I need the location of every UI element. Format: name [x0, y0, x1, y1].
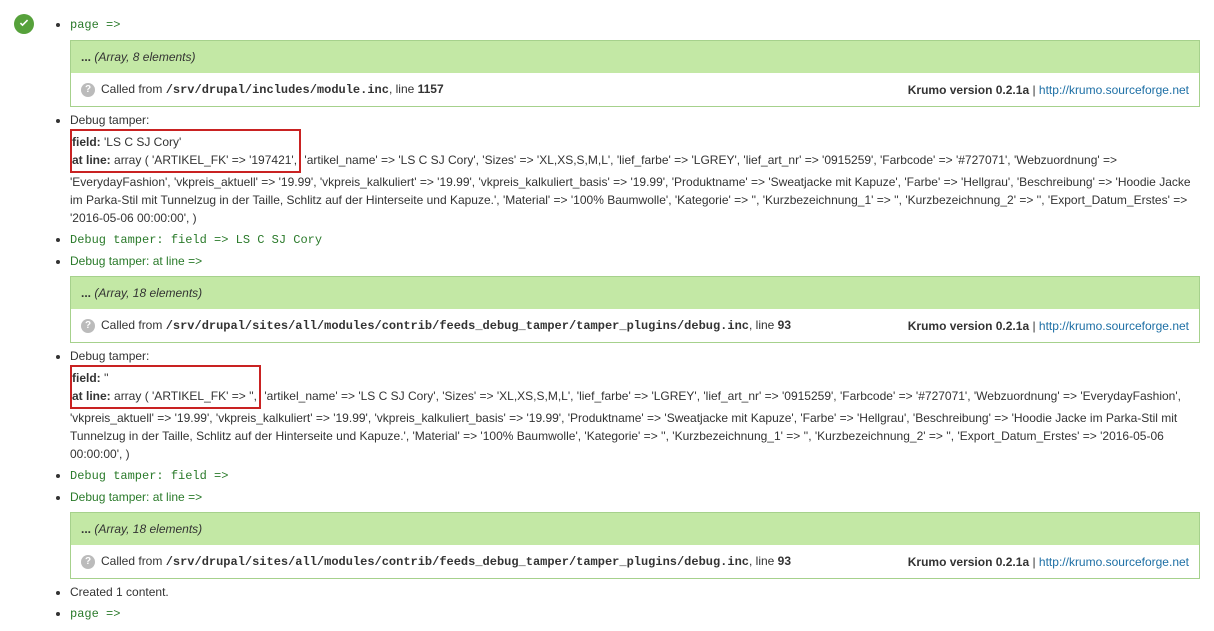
debug-atline-item: Debug tamper: at line => ... (Array, 18 …: [70, 252, 1200, 343]
at-line-label: at line:: [72, 389, 111, 403]
success-icon: [14, 14, 34, 34]
debug-field-line: Debug tamper: field =>: [70, 466, 1200, 485]
krumo-expand-row[interactable]: ... (Array, 18 elements): [71, 513, 1199, 545]
highlight-box: field: '' at line: array ( 'ARTIKEL_FK' …: [70, 365, 261, 409]
line-pre: , line: [749, 554, 778, 568]
krumo-array-info: (Array, 18 elements): [94, 286, 202, 300]
called-from-label: Called from: [101, 554, 166, 568]
krumo-array-info: (Array, 8 elements): [94, 50, 195, 64]
debug-atline-text: Debug tamper: at line =>: [70, 254, 202, 268]
krumo-version: Krumo version 0.2.1a: [908, 83, 1029, 97]
debug-tamper-label: Debug tamper:: [70, 113, 149, 127]
krumo-footer: ? Called from /srv/drupal/sites/all/modu…: [71, 545, 1199, 578]
at-line-label: at line:: [72, 153, 111, 167]
line-pre: , line: [749, 318, 778, 332]
created-content: Created 1 content.: [70, 583, 1200, 601]
line-number: 93: [778, 318, 791, 332]
help-icon: ?: [81, 555, 95, 569]
page-item: page =>: [70, 604, 1200, 623]
debug-field-text: Debug tamper: field => LS C SJ Cory: [70, 233, 322, 247]
called-from-label: Called from: [101, 82, 166, 96]
debug-atline-item: Debug tamper: at line => ... (Array, 18 …: [70, 488, 1200, 579]
at-line-start: array ( 'ARTIKEL_FK' => '',: [114, 389, 257, 403]
called-from-path: /srv/drupal/includes/module.inc: [166, 83, 389, 97]
line-number: 93: [778, 554, 791, 568]
debug-tamper-label: Debug tamper:: [70, 349, 149, 363]
called-from-path: /srv/drupal/sites/all/modules/contrib/fe…: [166, 555, 749, 569]
krumo-footer: ? Called from /srv/drupal/sites/all/modu…: [71, 309, 1199, 342]
line-number: 1157: [418, 82, 444, 96]
at-line-start: array ( 'ARTIKEL_FK' => '197421',: [114, 153, 297, 167]
krumo-box: ... (Array, 8 elements) ? Called from /s…: [70, 40, 1200, 107]
created-text: Created 1 content.: [70, 585, 169, 599]
krumo-ellipsis: ...: [81, 286, 91, 300]
debug-field-text: Debug tamper: field =>: [70, 469, 228, 483]
page-label: page =>: [70, 18, 120, 32]
page-label: page =>: [70, 607, 120, 621]
debug-tamper-block: Debug tamper: field: '' at line: array (…: [70, 347, 1200, 463]
krumo-array-info: (Array, 18 elements): [94, 522, 202, 536]
called-from-label: Called from: [101, 318, 166, 332]
krumo-ellipsis: ...: [81, 50, 91, 64]
krumo-expand-row[interactable]: ... (Array, 18 elements): [71, 277, 1199, 309]
krumo-box: ... (Array, 18 elements) ? Called from /…: [70, 276, 1200, 343]
krumo-link[interactable]: http://krumo.sourceforge.net: [1039, 555, 1189, 569]
krumo-footer: ? Called from /srv/drupal/includes/modul…: [71, 73, 1199, 106]
debug-atline-text: Debug tamper: at line =>: [70, 490, 202, 504]
krumo-version: Krumo version 0.2.1a: [908, 319, 1029, 333]
krumo-link[interactable]: http://krumo.sourceforge.net: [1039, 319, 1189, 333]
debug-tamper-block: Debug tamper: field: 'LS C SJ Cory' at l…: [70, 111, 1200, 227]
field-label: field:: [72, 371, 101, 385]
help-icon: ?: [81, 83, 95, 97]
krumo-link[interactable]: http://krumo.sourceforge.net: [1039, 83, 1189, 97]
status-message-list: page => ... (Array, 8 elements) ? Called…: [52, 15, 1200, 623]
line-pre: , line: [389, 82, 418, 96]
highlight-box: field: 'LS C SJ Cory' at line: array ( '…: [70, 129, 301, 173]
debug-field-line: Debug tamper: field => LS C SJ Cory: [70, 230, 1200, 249]
field-value: 'LS C SJ Cory': [104, 135, 181, 149]
field-label: field:: [72, 135, 101, 149]
krumo-ellipsis: ...: [81, 522, 91, 536]
krumo-box: ... (Array, 18 elements) ? Called from /…: [70, 512, 1200, 579]
called-from-path: /srv/drupal/sites/all/modules/contrib/fe…: [166, 319, 749, 333]
field-value: '': [104, 371, 109, 385]
krumo-version: Krumo version 0.2.1a: [908, 555, 1029, 569]
help-icon: ?: [81, 319, 95, 333]
krumo-expand-row[interactable]: ... (Array, 8 elements): [71, 41, 1199, 73]
page-item: page => ... (Array, 8 elements) ? Called…: [70, 15, 1200, 107]
